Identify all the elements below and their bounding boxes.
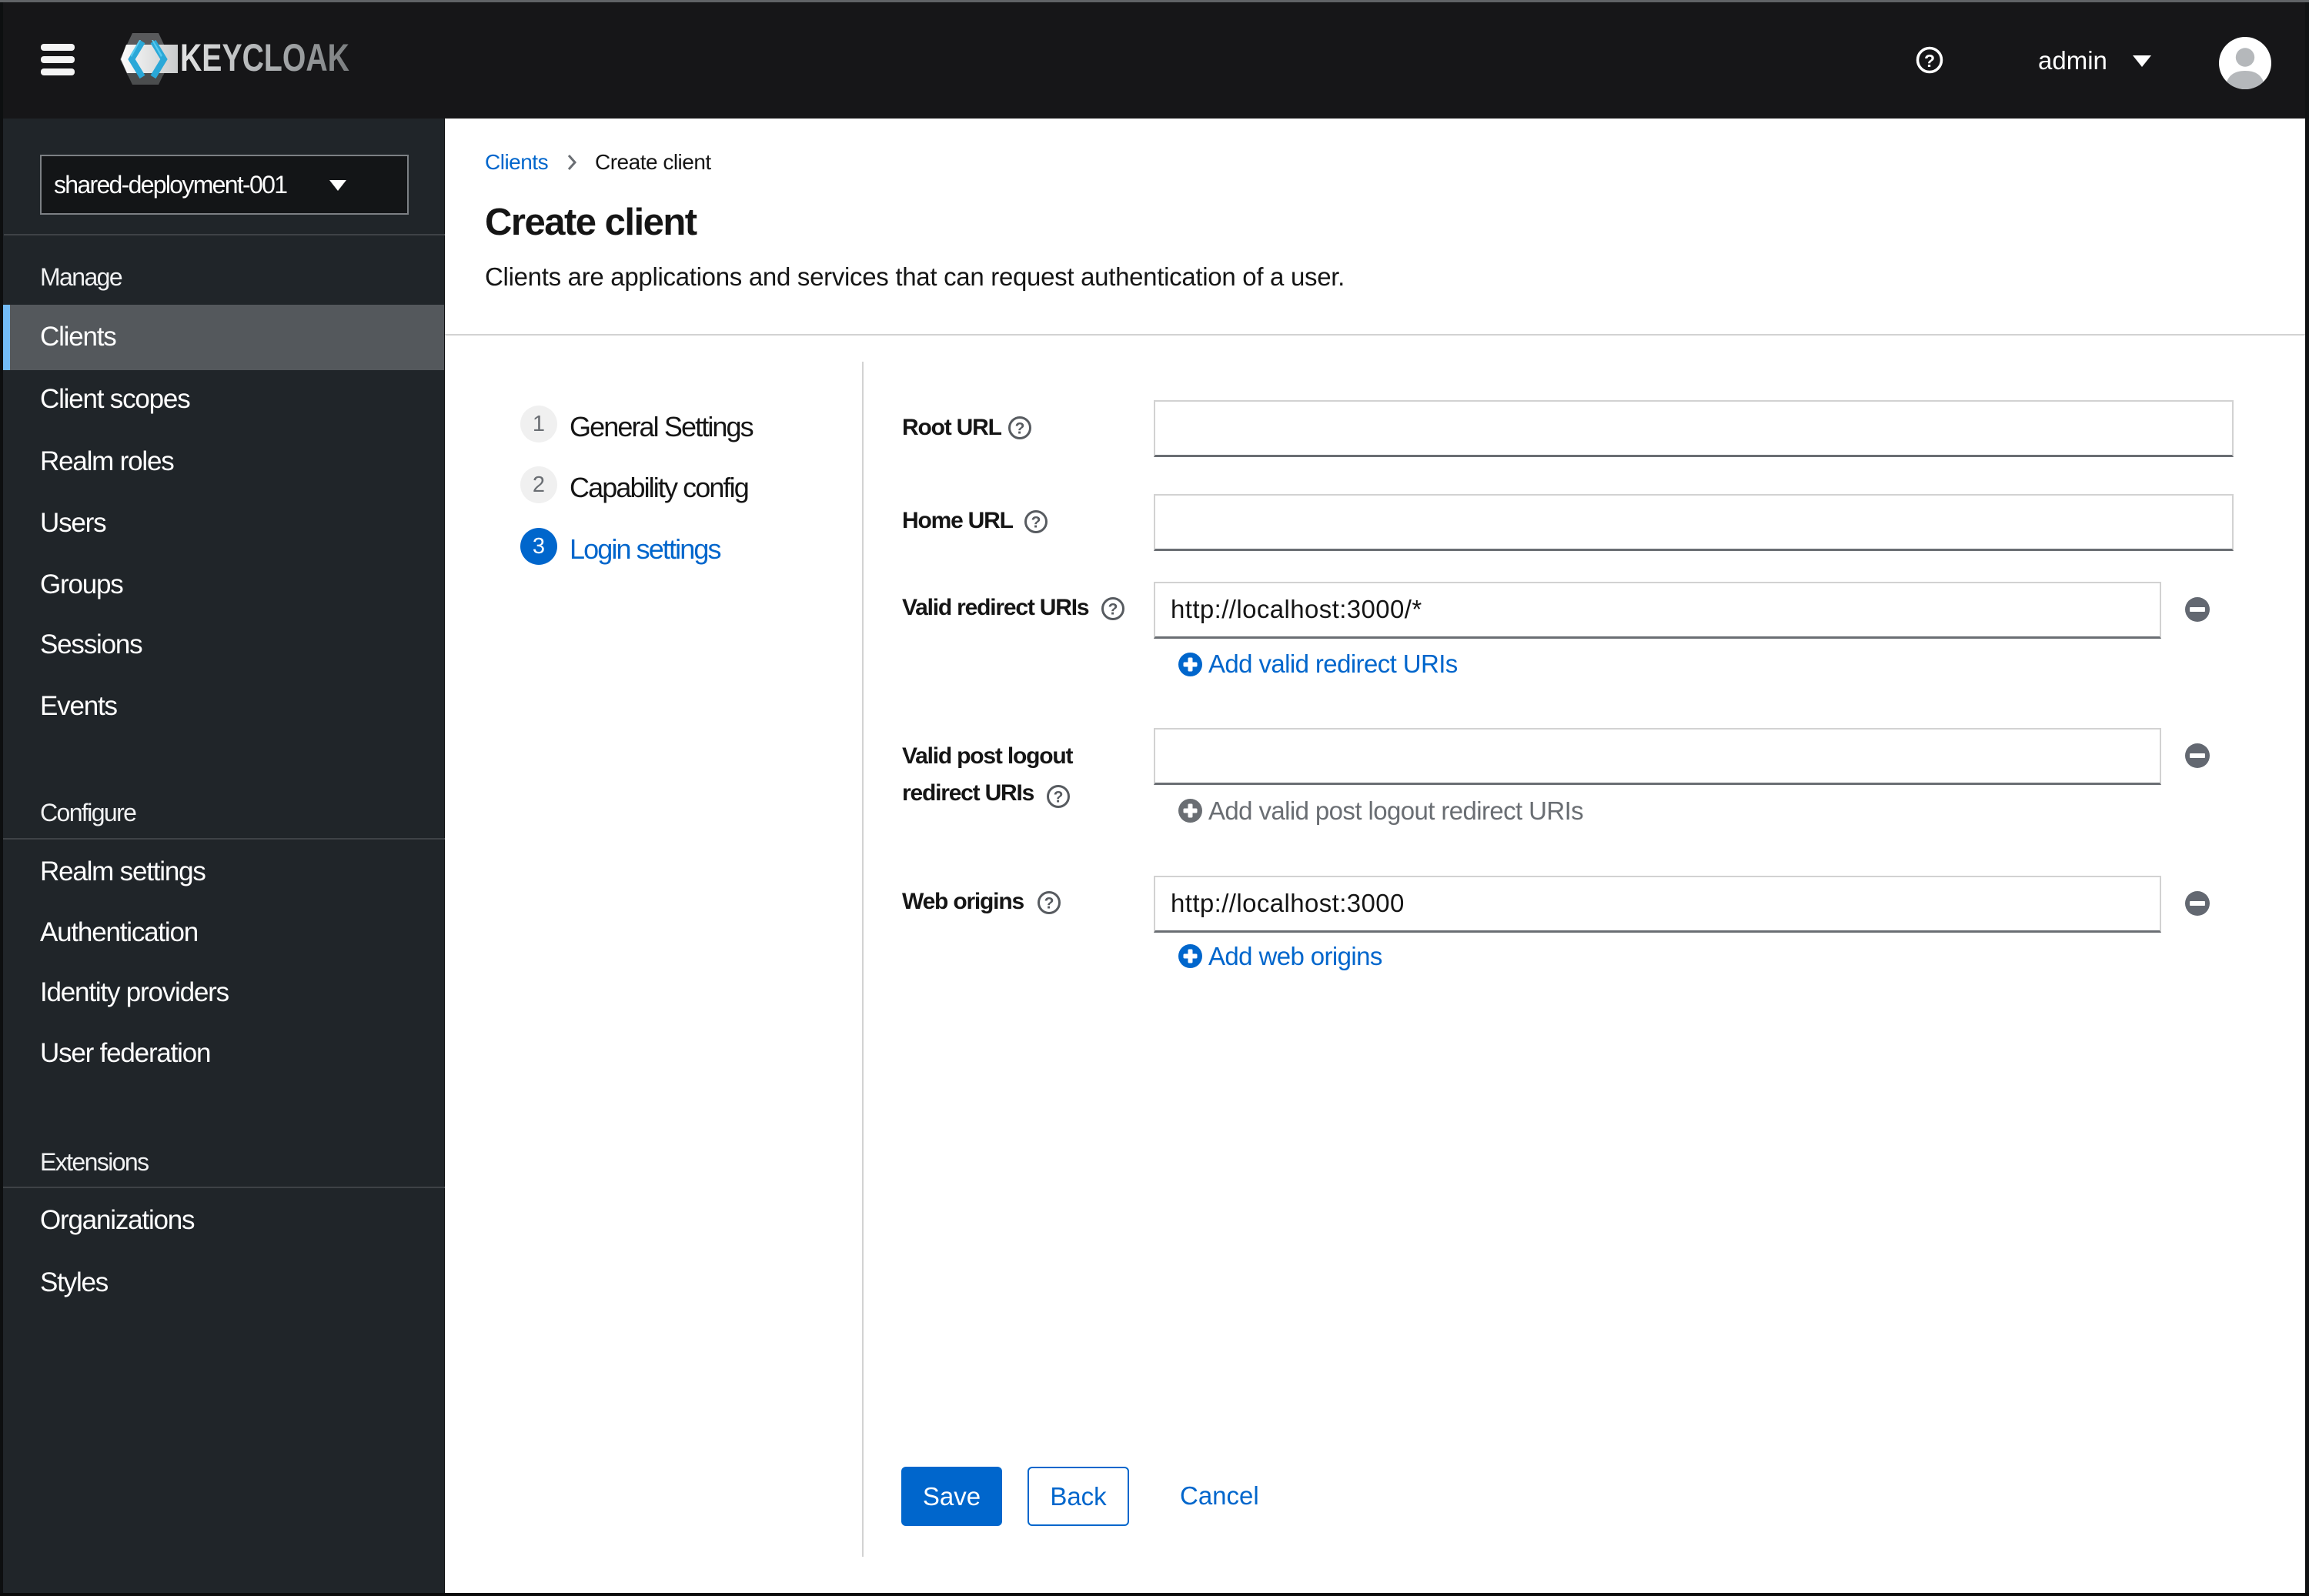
- svg-text:?: ?: [1924, 51, 1935, 71]
- svg-text:?: ?: [1031, 514, 1041, 532]
- svg-text:KEYCLOAK: KEYCLOAK: [180, 36, 349, 79]
- svg-text:?: ?: [1044, 895, 1054, 913]
- svg-text:?: ?: [1015, 420, 1025, 438]
- svg-text:?: ?: [1054, 789, 1064, 806]
- svg-text:?: ?: [1108, 601, 1118, 619]
